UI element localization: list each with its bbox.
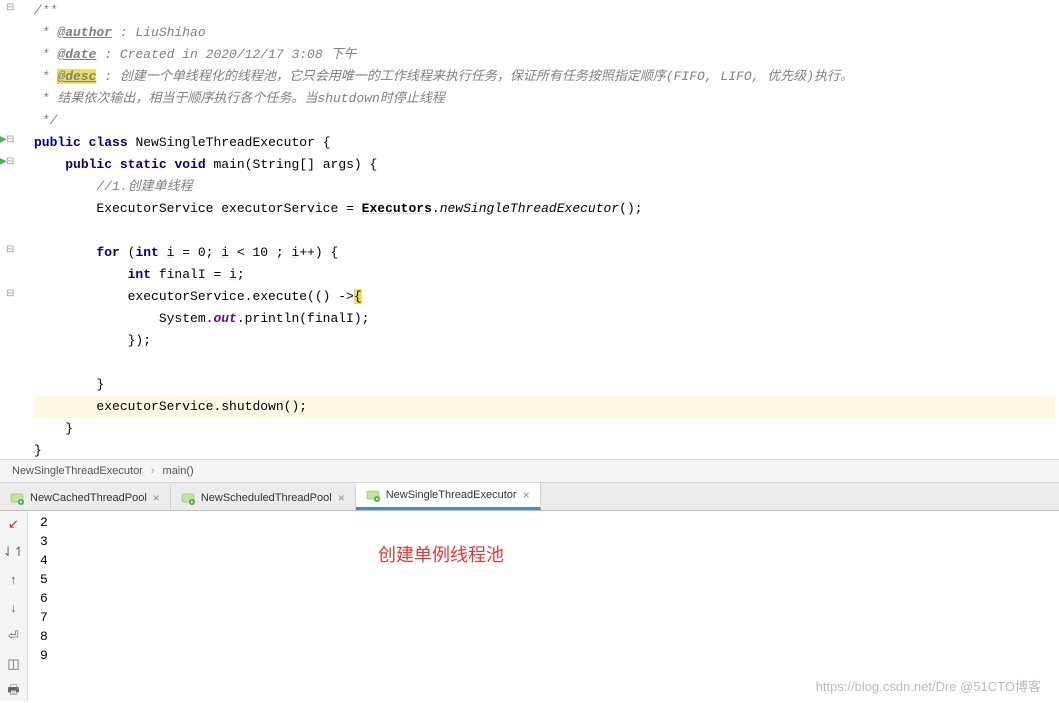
run-config-icon (366, 488, 380, 502)
fold-icon[interactable]: ⊟ (6, 288, 14, 300)
watermark: https://blog.csdn.net/Dre @51CTO博客 (816, 676, 1041, 695)
tab-newsinglethreadexecutor[interactable]: NewSingleThreadExecutor × (356, 483, 541, 510)
output-line: 3 (40, 532, 1047, 551)
tab-newcachedthreadpool[interactable]: NewCachedThreadPool × (0, 486, 171, 510)
close-icon[interactable]: × (338, 491, 345, 505)
up-icon[interactable]: ↑ (5, 571, 23, 589)
output-line: 4 (40, 551, 1047, 570)
fold-icon[interactable]: ⊟ (6, 2, 14, 14)
fold-icon[interactable]: ⊟ (6, 244, 14, 256)
code-editor: ⊟ ⊟ ▶ ⊟ ▶ ⊟ ⊟ /** * @author : LiuShihao … (0, 0, 1059, 459)
wrap-icon[interactable]: ⏎ (5, 627, 23, 645)
code-content[interactable]: /** * @author : LiuShihao * @date : Crea… (30, 0, 1059, 459)
console-toolbar: ↙ ⇃↿ ↑ ↓ ⏎ ◫ 🖶 (0, 511, 28, 701)
close-icon[interactable]: × (153, 491, 160, 505)
breadcrumb-item[interactable]: NewSingleThreadExecutor (12, 459, 143, 483)
run-gutter-icon[interactable]: ▶ (0, 134, 7, 146)
layout-icon[interactable]: ◫ (5, 655, 23, 673)
editor-gutter: ⊟ ⊟ ▶ ⊟ ▶ ⊟ ⊟ (0, 0, 30, 459)
output-line: 2 (40, 513, 1047, 532)
console-panel: ↙ ⇃↿ ↑ ↓ ⏎ ◫ 🖶 2 3 4 5 6 7 8 9 创建单例线程池 h… (0, 511, 1059, 701)
annotation-text: 创建单例线程池 (378, 541, 504, 567)
output-line: 7 (40, 608, 1047, 627)
chevron-right-icon: › (151, 459, 155, 483)
output-line: 5 (40, 570, 1047, 589)
close-icon[interactable]: × (523, 488, 530, 502)
run-gutter-icon[interactable]: ▶ (0, 156, 7, 168)
print-icon[interactable]: 🖶 (5, 683, 23, 701)
run-tabs: NewCachedThreadPool × NewScheduledThread… (0, 483, 1059, 511)
down-icon[interactable]: ↓ (5, 599, 23, 617)
output-line: 9 (40, 646, 1047, 665)
soft-wrap-icon[interactable]: ↙ (5, 515, 23, 533)
output-line: 6 (40, 589, 1047, 608)
breadcrumb-item[interactable]: main() (163, 459, 194, 483)
breadcrumb: NewSingleThreadExecutor › main() (0, 459, 1059, 483)
fold-icon[interactable]: ⊟ (6, 134, 14, 146)
fold-icon[interactable]: ⊟ (6, 156, 14, 168)
scroll-to-end-icon[interactable]: ⇃↿ (5, 543, 23, 561)
tab-newscheduledthreadpool[interactable]: NewScheduledThreadPool × (171, 486, 356, 510)
console-output[interactable]: 2 3 4 5 6 7 8 9 创建单例线程池 https://blog.csd… (28, 511, 1059, 701)
run-config-icon (10, 491, 24, 505)
run-config-icon (181, 491, 195, 505)
output-line: 8 (40, 627, 1047, 646)
